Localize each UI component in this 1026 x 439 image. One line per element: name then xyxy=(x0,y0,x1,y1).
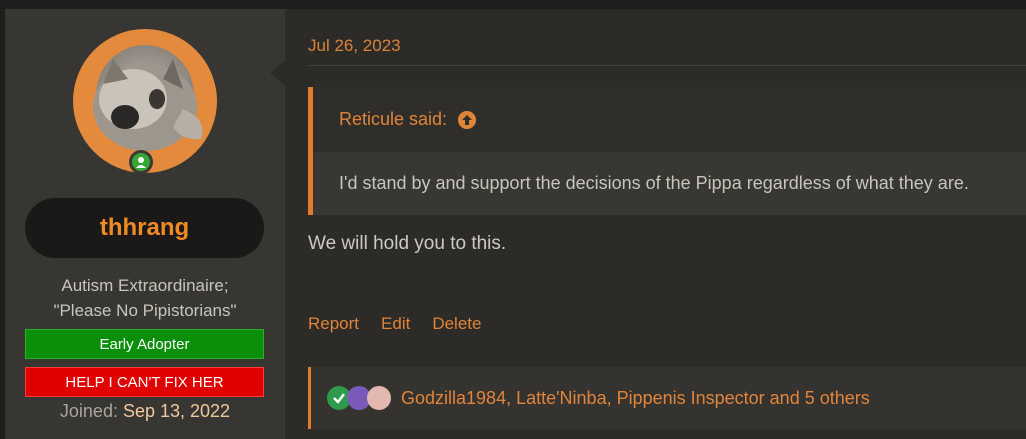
user-title: Autism Extraordinaire; "Please No Pipist… xyxy=(5,273,285,323)
edit-link[interactable]: Edit xyxy=(381,314,410,334)
date-divider xyxy=(308,65,1026,66)
delete-link[interactable]: Delete xyxy=(432,314,481,334)
quote-header[interactable]: Reticule said: xyxy=(339,109,477,130)
joined-label: Joined: xyxy=(59,401,118,421)
reaction-icons[interactable] xyxy=(327,386,391,410)
reaction-users[interactable]: Godzilla1984, Latte'Ninba, Pippenis Insp… xyxy=(401,388,870,409)
pink-character-reaction-icon[interactable] xyxy=(367,386,391,410)
quote-block: Reticule said: I'd stand by and support … xyxy=(308,87,1026,215)
post-date[interactable]: Jul 26, 2023 xyxy=(308,36,401,56)
username[interactable]: thhrang xyxy=(100,214,189,242)
arrow-up-circle-icon[interactable] xyxy=(457,110,477,130)
message-content: Jul 26, 2023 Reticule said: I'd stand by… xyxy=(308,9,1026,439)
joined-info: Joined: Sep 13, 2022 xyxy=(5,401,285,422)
user-info-panel: thhrang Autism Extraordinaire; "Please N… xyxy=(5,9,285,439)
user-title-line-1: Autism Extraordinaire; xyxy=(61,276,229,295)
banner-early-adopter: Early Adopter xyxy=(25,329,264,359)
avatar[interactable] xyxy=(73,29,217,174)
user-title-line-2: "Please No Pipistorians" xyxy=(53,301,237,320)
joined-date: Sep 13, 2022 xyxy=(122,401,231,421)
post-arrow xyxy=(270,59,287,87)
report-link[interactable]: Report xyxy=(308,314,359,334)
forum-post: thhrang Autism Extraordinaire; "Please N… xyxy=(5,9,1026,439)
username-pill[interactable]: thhrang xyxy=(25,198,264,258)
banner-help: HELP I CAN'T FIX HER xyxy=(25,367,264,397)
reply-text: We will hold you to this. xyxy=(308,233,507,254)
online-status-icon xyxy=(129,150,153,174)
post-actions: Report Edit Delete xyxy=(308,314,481,334)
quote-body: I'd stand by and support the decisions o… xyxy=(313,152,1026,215)
quote-text: I'd stand by and support the decisions o… xyxy=(339,173,969,193)
quote-author[interactable]: Reticule said: xyxy=(339,109,447,130)
reactions-bar[interactable]: Godzilla1984, Latte'Ninba, Pippenis Insp… xyxy=(308,367,1026,429)
